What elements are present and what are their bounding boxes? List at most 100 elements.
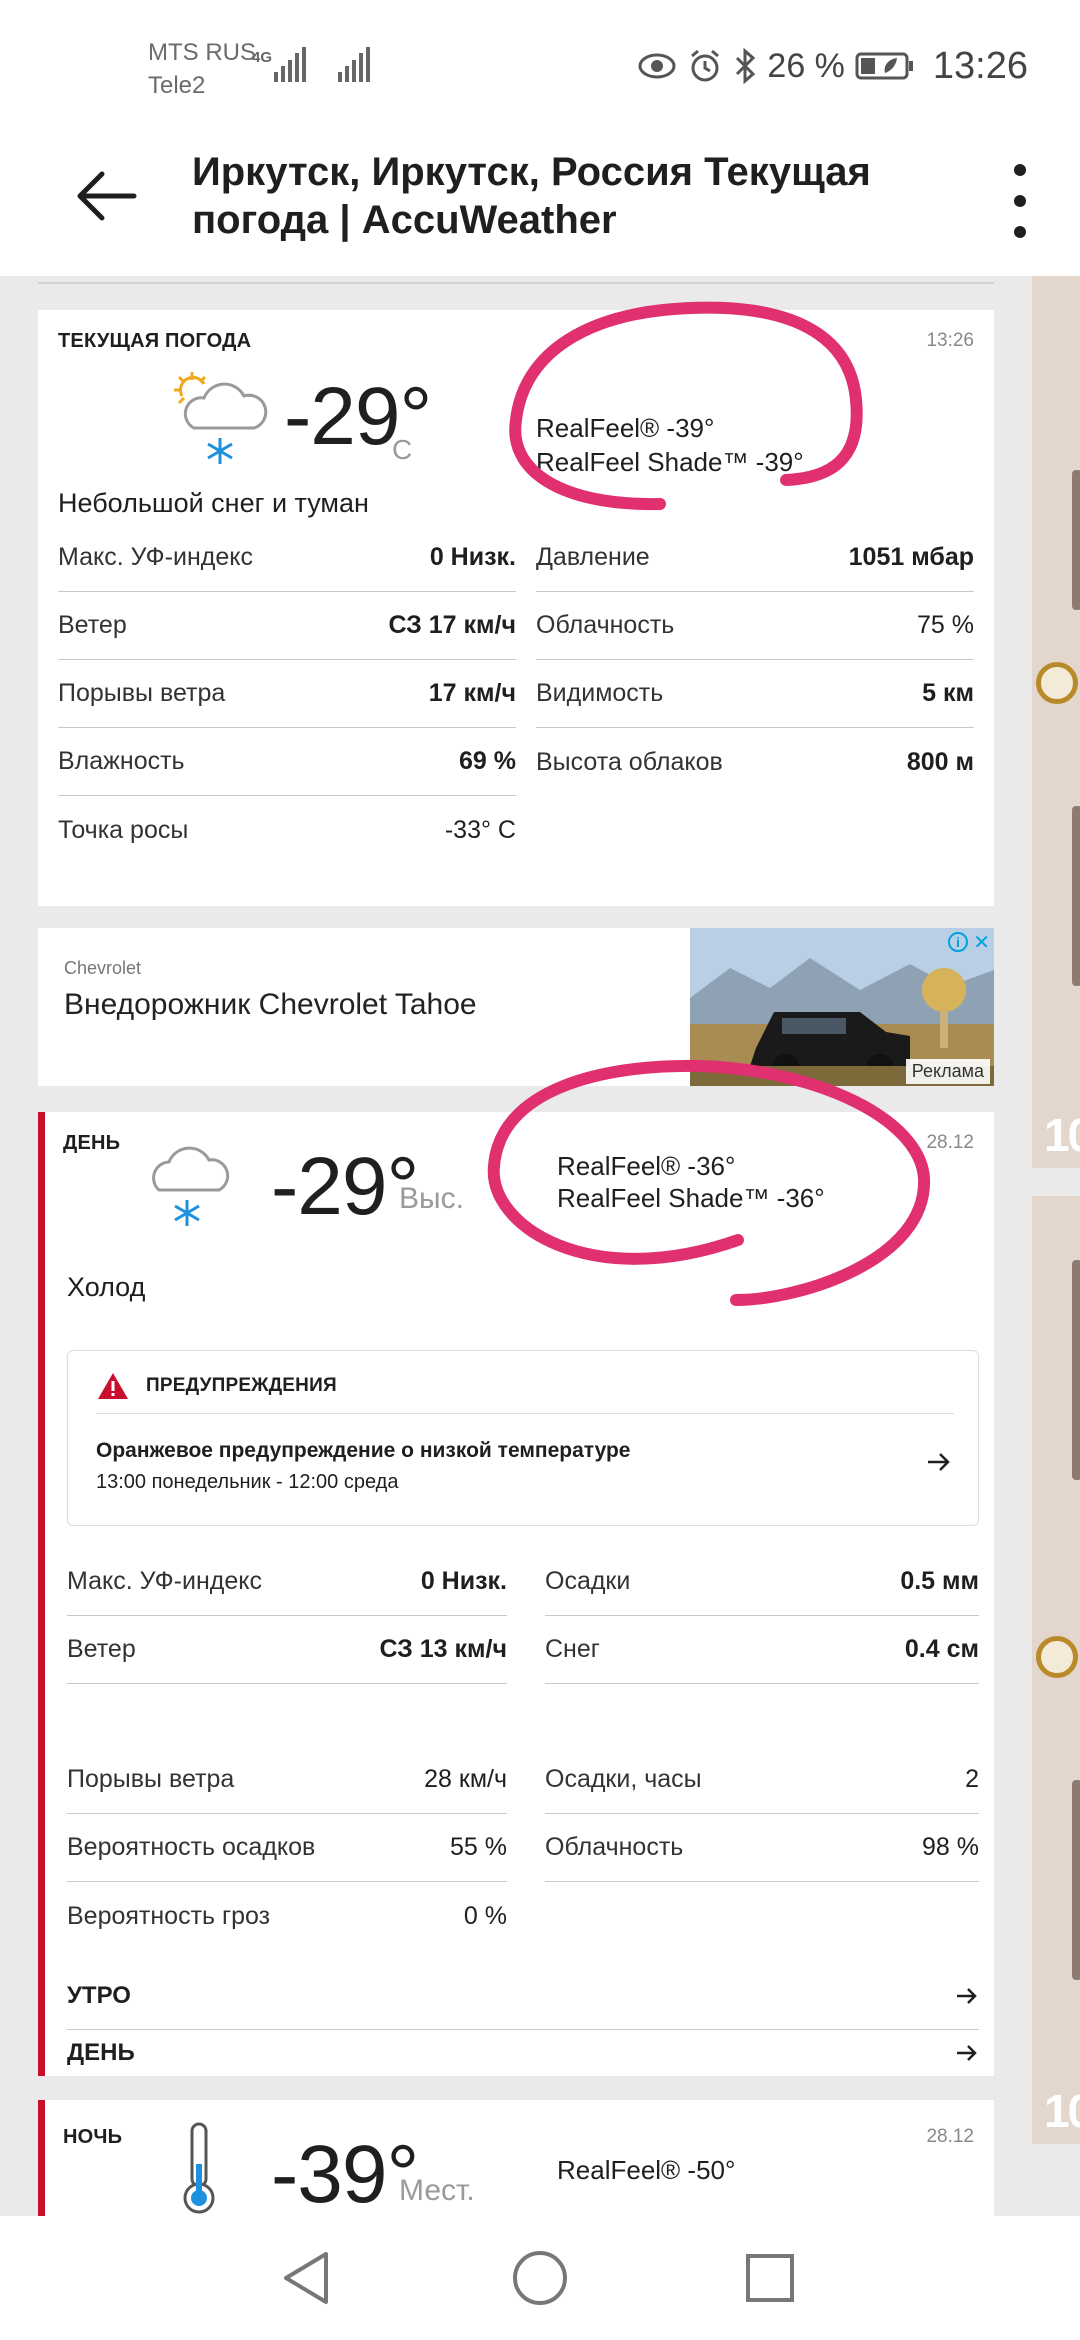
night-temperature: -39°: [271, 2129, 419, 2216]
peek-decoration: [1072, 1780, 1080, 1980]
ad-close-icon[interactable]: ✕: [973, 930, 990, 955]
day-temperature: -29°: [271, 1141, 419, 1232]
cloud-snow-icon: [145, 1140, 245, 1235]
nav-back-button[interactable]: [276, 2246, 340, 2310]
ad-banner[interactable]: Chevrolet Внедорожник Chevrolet Tahoe i …: [38, 928, 994, 1086]
detail-row: Снег 0.4 см: [545, 1616, 979, 1684]
alert-time: 13:00 понедельник - 12:00 среда: [96, 1471, 399, 1493]
svg-text:4G: 4G: [252, 49, 272, 66]
peek-knob-icon: [1036, 662, 1078, 704]
triangle-back-icon: [284, 2252, 328, 2304]
day-label: ДЕНЬ: [63, 1132, 121, 1154]
day-realfeel: RealFeel® -36°: [557, 1151, 736, 1181]
ad-info-icon[interactable]: i: [948, 932, 968, 952]
alerts-label: ПРЕДУПРЕЖДЕНИЯ: [146, 1375, 337, 1396]
day-forecast-card: ДЕНЬ 28.12 -29° Выс. RealFeel® -36° Real…: [38, 1112, 994, 1754]
link-morning-label: УТРО: [67, 1981, 131, 2009]
detail-row: Порывы ветра 28 км/ч: [67, 1746, 507, 1814]
overflow-menu-button[interactable]: [1000, 156, 1040, 246]
battery-icon: [855, 52, 913, 80]
current-time: 13:26: [926, 330, 974, 351]
temperature-unit: C: [392, 434, 413, 465]
detail-row: Точка росы -33° C: [58, 815, 516, 844]
detail-row: Макс. УФ-индекс 0 Низк.: [67, 1548, 507, 1616]
nav-recents-button[interactable]: [738, 2246, 802, 2310]
bluetooth-icon: [736, 48, 756, 84]
day-realfeel-shade: RealFeel Shade™ -36°: [557, 1183, 825, 1213]
peek-number: 10: [1044, 1109, 1080, 1161]
detail-row: Осадки, часы 2: [545, 1746, 979, 1814]
app-bar: Иркутск, Иркутск, Россия Текущая погода …: [0, 130, 1080, 276]
detail-row: Порывы ветра 17 км/ч: [58, 660, 516, 728]
circle-home-icon: [513, 2251, 567, 2305]
peek-number: 10: [1044, 2085, 1080, 2137]
link-day[interactable]: ДЕНЬ: [67, 2030, 979, 2076]
night-label: НОЧЬ: [63, 2126, 123, 2148]
clock: 13:26: [932, 44, 1028, 87]
detail-row: Высота облаков 800 м: [536, 747, 974, 776]
peek-card[interactable]: [1032, 276, 1080, 1168]
divider: [96, 1413, 954, 1414]
signal-icon: 4G: [252, 44, 310, 89]
day-temp-label: Выс.: [399, 1182, 464, 1215]
status-right: 26 % 13:26: [637, 44, 1028, 88]
peek-knob-icon: [1036, 1636, 1078, 1678]
thermometer-icon: [177, 2120, 221, 2216]
system-nav-bar: [0, 2216, 1080, 2340]
eye-icon: [638, 53, 676, 79]
alerts-header: ПРЕДУПРЕЖДЕНИЯ: [96, 1371, 337, 1401]
realfeel: RealFeel® -39°: [536, 413, 715, 443]
detail-row: Макс. УФ-индекс 0 Низк.: [58, 524, 516, 592]
peek-decoration: [1072, 1260, 1080, 1480]
ad-title[interactable]: Внедорожник Chevrolet Tahoe: [64, 988, 477, 1022]
detail-row: Ветер СЗ 17 км/ч: [58, 592, 516, 660]
night-date: 28.12: [926, 2126, 974, 2147]
ad-image[interactable]: i ✕ Реклама: [690, 928, 994, 1086]
realfeel-shade: RealFeel Shade™ -39°: [536, 447, 804, 477]
alerts-panel[interactable]: ПРЕДУПРЕЖДЕНИЯ Оранжевое предупреждение …: [67, 1350, 979, 1526]
detail-row: Облачность 98 %: [545, 1814, 979, 1882]
battery-percent: 26 %: [767, 46, 845, 85]
night-temp-label: Мест.: [399, 2174, 475, 2207]
carrier-info: MTS RUS Tele2: [148, 36, 256, 102]
day-phrase: Холод: [67, 1272, 146, 1302]
arrow-left-icon: [77, 171, 137, 221]
partly-cloudy-snow-icon: [168, 366, 278, 481]
peek-decoration: [1072, 470, 1080, 610]
signal-2-icon: [336, 44, 374, 89]
warning-icon: [98, 1373, 128, 1399]
page-title: Иркутск, Иркутск, Россия Текущая погода …: [192, 150, 871, 242]
nav-home-button[interactable]: [508, 2246, 572, 2310]
back-button[interactable]: [72, 160, 144, 232]
detail-row: Облачность 75 %: [536, 592, 974, 660]
link-day-label: ДЕНЬ: [67, 2039, 135, 2066]
peek-decoration: [1072, 806, 1080, 986]
detail-row: Ветер СЗ 13 км/ч: [67, 1616, 507, 1684]
detail-row: Вероятность гроз 0 %: [67, 1901, 507, 1930]
arrow-right-icon: [957, 1987, 977, 2004]
divider: [38, 282, 994, 284]
arrow-right-icon[interactable]: [926, 1451, 952, 1478]
current-weather-card: ТЕКУЩАЯ ПОГОДА 13:26 -29° C RealFeel® -3…: [38, 310, 994, 906]
status-bar: MTS RUS Tele2 4G 26 % 13:26: [0, 0, 1080, 130]
ad-label: Реклама: [905, 1059, 990, 1084]
detail-row: Вероятность осадков 55 %: [67, 1814, 507, 1882]
night-forecast-card: НОЧЬ 28.12 -39° Мест. RealFeel® -50°: [38, 2100, 994, 2216]
alert-title[interactable]: Оранжевое предупреждение о низкой темпер…: [96, 1439, 630, 1463]
day-date: 28.12: [926, 1132, 974, 1153]
current-label: ТЕКУЩАЯ ПОГОДА: [58, 330, 252, 352]
weather-phrase: Небольшой снег и туман: [58, 488, 369, 518]
night-realfeel: RealFeel® -50°: [557, 2155, 736, 2185]
carrier-1: MTS RUS: [148, 39, 256, 66]
alarm-icon: [691, 49, 720, 82]
ad-brand: Chevrolet: [64, 958, 142, 978]
day-details-lower: Порывы ветра 28 км/ч Осадки, часы 2 Вероят…: [38, 1746, 994, 2076]
carrier-2: Tele2: [148, 72, 206, 99]
arrow-right-icon: [957, 2045, 977, 2061]
detail-row: Видимость 5 км: [536, 660, 974, 728]
square-recents-icon: [746, 2254, 794, 2302]
detail-row: Осадки 0.5 мм: [545, 1548, 979, 1616]
detail-row: Влажность 69 %: [58, 728, 516, 796]
detail-row: Давление 1051 мбар: [536, 524, 974, 592]
link-morning[interactable]: УТРО: [67, 1962, 979, 2030]
